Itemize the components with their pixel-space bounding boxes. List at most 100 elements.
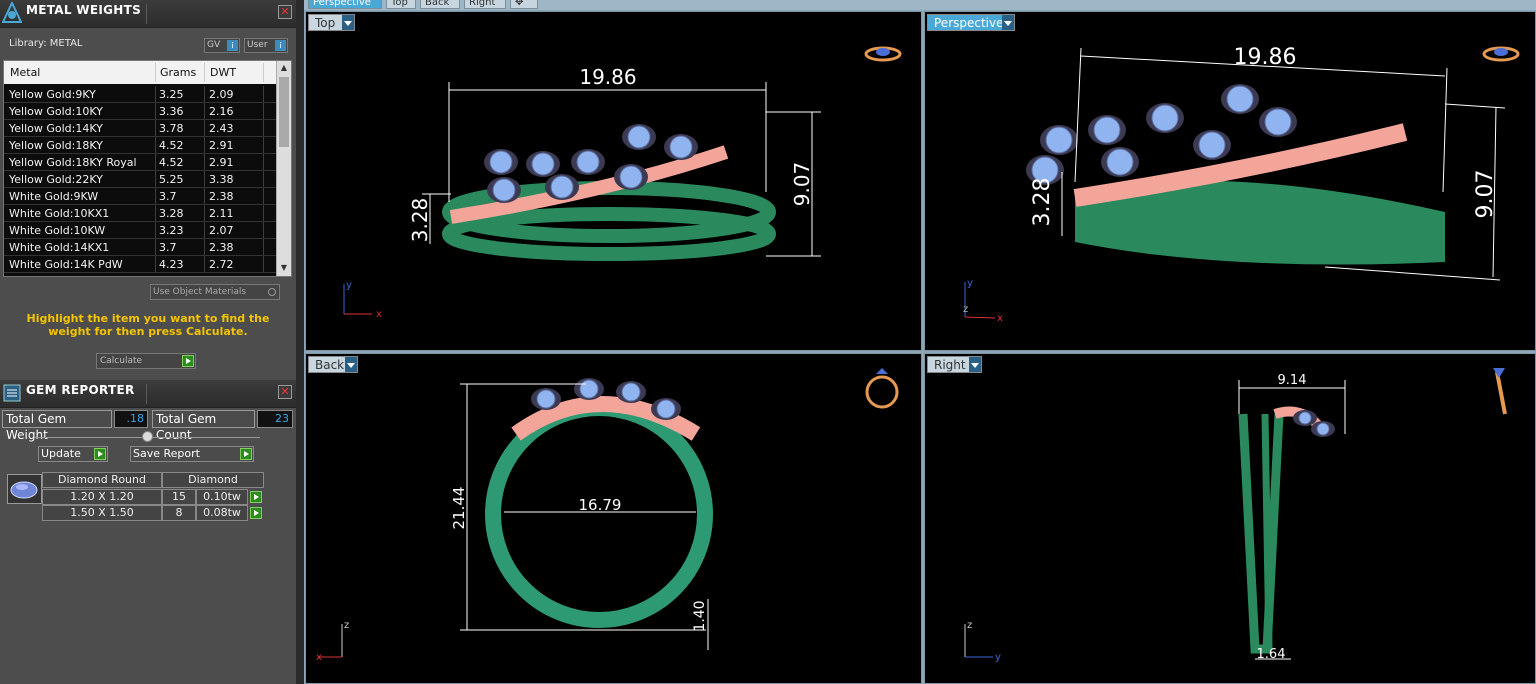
tab-right[interactable]: Right <box>464 0 506 9</box>
play-icon[interactable] <box>250 507 262 519</box>
gem-stone <box>1093 116 1121 144</box>
gem-stone <box>1226 85 1254 113</box>
table-row[interactable]: White Gold:9KW 3.7 2.38 <box>4 188 276 205</box>
table-row[interactable]: White Gold:10KW 3.23 2.07 <box>4 222 276 239</box>
diamond-round-icon <box>7 474 42 504</box>
col-dwt[interactable]: DWT <box>210 66 236 79</box>
metal-dwt: 2.91 <box>209 139 234 152</box>
gem-count: 8 <box>162 505 196 521</box>
metal-name: Yellow Gold:18KY <box>9 139 103 152</box>
metal-name: Yellow Gold:10KY <box>9 105 103 118</box>
metal-grams: 4.52 <box>159 156 184 169</box>
top-dim-band: 3.28 <box>408 198 432 243</box>
table-row[interactable]: Yellow Gold:9KY 3.25 2.09 <box>4 86 276 103</box>
right-view-canvas: 9.14 1.64 zy <box>964 368 1507 663</box>
tab-back[interactable]: Back <box>420 0 460 9</box>
metal-grams: 3.78 <box>159 122 184 135</box>
gem-stone <box>1151 104 1179 132</box>
table-row[interactable]: White Gold:14KX1 3.7 2.38 <box>4 239 276 256</box>
tab-extra-icon[interactable]: ✥ <box>510 0 538 9</box>
top-dim-height: 9.07 <box>790 162 814 207</box>
metal-dwt: 2.38 <box>209 241 234 254</box>
viewport-top[interactable]: Top 19.86 9.07 3.28 yx <box>305 11 922 351</box>
calculate-button[interactable]: Calculate <box>96 353 196 369</box>
axis-icon: y z x <box>963 278 1003 324</box>
table-row[interactable]: Yellow Gold:18KY Royal 4.52 2.91 <box>4 154 276 171</box>
metal-grams: 3.28 <box>159 207 184 220</box>
viewport-area: Perspective Top Back Right ✥ Top 19.86 9… <box>304 0 1536 684</box>
close-icon[interactable]: ✕ <box>278 5 292 19</box>
svg-text:z: z <box>967 620 972 631</box>
table-row[interactable]: White Gold:14K PdW 4.23 2.72 <box>4 256 276 273</box>
update-button[interactable]: Update <box>38 446 108 462</box>
back-dim-inner: 16.79 <box>579 496 622 514</box>
gem-count: 15 <box>162 489 196 505</box>
svg-text:x: x <box>997 313 1003 324</box>
metal-grams: 3.7 <box>159 190 177 203</box>
table-row[interactable]: White Gold:10KX1 3.28 2.11 <box>4 205 276 222</box>
svg-text:z: z <box>344 620 349 631</box>
metal-name: White Gold:9KW <box>9 190 99 203</box>
total-gem-count-value: 23 <box>257 410 293 428</box>
right-dim-width: 9.14 <box>1278 373 1307 388</box>
metal-grams: 3.23 <box>159 224 184 237</box>
gem-slider-knob[interactable] <box>142 431 153 442</box>
axis-icon: yx <box>343 280 382 320</box>
metal-table[interactable]: Metal Grams DWT Yellow Gold:9KY 3.25 2.09 Y… <box>3 60 292 277</box>
metal-name: Yellow Gold:14KY <box>9 122 103 135</box>
metal-name: White Gold:10KW <box>9 224 106 237</box>
col-grams[interactable]: Grams <box>160 66 196 79</box>
metal-name: White Gold:14K PdW <box>9 258 123 271</box>
table-row[interactable]: Yellow Gold:10KY 3.36 2.16 <box>4 103 276 120</box>
scroll-thumb[interactable] <box>279 77 289 147</box>
total-gem-weight-value: .18 <box>114 410 148 428</box>
play-icon <box>240 448 252 460</box>
table-row[interactable]: Yellow Gold:22KY 5.25 3.38 <box>4 171 276 188</box>
table-row[interactable]: Yellow Gold:18KY 4.52 2.91 <box>4 137 276 154</box>
metal-grams: 3.36 <box>159 105 184 118</box>
info-icon: i <box>227 40 238 51</box>
gv-toggle[interactable]: GV i <box>204 38 240 53</box>
table-scrollbar[interactable]: ▲ ▼ <box>276 61 291 276</box>
viewport-perspective[interactable]: Perspective 19.86 9.07 3.28 yzx <box>924 11 1536 351</box>
right-dim-bottom: 1.64 <box>1257 647 1286 662</box>
table-row[interactable]: Yellow Gold:14KY 3.78 2.43 <box>4 120 276 137</box>
hint-text: Highlight the item you want to find the … <box>26 312 270 338</box>
metal-dwt: 2.11 <box>209 207 234 220</box>
gem-stone <box>492 178 516 202</box>
play-icon[interactable] <box>250 491 262 503</box>
svg-text:x: x <box>376 309 382 320</box>
scroll-up-icon[interactable]: ▲ <box>279 63 289 73</box>
viewport-right[interactable]: Right 9.14 1.64 zy <box>924 353 1536 684</box>
tab-perspective[interactable]: Perspective <box>308 0 382 9</box>
metal-rows: Yellow Gold:9KY 3.25 2.09 Yellow Gold:10KY 3… <box>4 86 276 273</box>
metal-dwt: 3.38 <box>209 173 234 186</box>
ring-thumbnail-icon <box>1493 368 1507 415</box>
user-toggle[interactable]: User i <box>244 38 288 53</box>
gem-reporter-title: GEM REPORTER <box>26 383 135 397</box>
persp-dim-band: 3.28 <box>1030 178 1055 227</box>
gem-stone <box>531 152 555 176</box>
play-icon <box>94 448 106 460</box>
use-object-materials-toggle[interactable]: Use Object Materials <box>150 284 280 300</box>
tab-top[interactable]: Top <box>386 0 416 9</box>
metal-dwt: 2.43 <box>209 122 234 135</box>
play-icon <box>182 355 194 367</box>
svg-text:y: y <box>967 278 973 289</box>
close-icon[interactable]: ✕ <box>278 385 292 399</box>
metal-name: Yellow Gold:18KY Royal <box>9 156 137 169</box>
gem-reporter-icon <box>3 384 21 402</box>
scroll-down-icon[interactable]: ▼ <box>279 263 289 273</box>
col-metal[interactable]: Metal <box>10 66 40 79</box>
metal-name: Yellow Gold:9KY <box>9 88 96 101</box>
gem-stone <box>550 175 574 199</box>
view-tab-bar: Perspective Top Back Right ✥ <box>304 0 1536 10</box>
back-dim-thickness: 1.40 <box>692 600 708 631</box>
gem-stone <box>1045 126 1073 154</box>
panel-divider[interactable] <box>296 0 304 684</box>
ring-thumbnail-icon <box>865 368 899 409</box>
save-report-button[interactable]: Save Report <box>130 446 254 462</box>
gem-stone <box>1198 131 1226 159</box>
gem-shape-header: Diamond Round <box>42 472 162 488</box>
viewport-back[interactable]: Back 21.44 16.79 1.40 zx <box>305 353 922 684</box>
